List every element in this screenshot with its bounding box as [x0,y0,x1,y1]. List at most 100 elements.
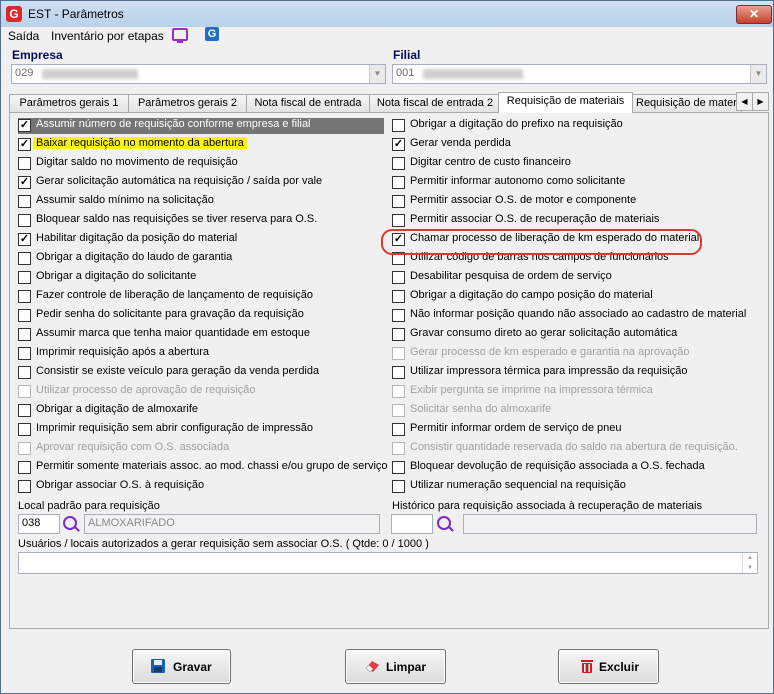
tab-parametros-gerais-2[interactable]: Parâmetros gerais 2 [128,94,247,112]
save-button[interactable]: Gravar [132,649,231,684]
checkbox-row[interactable]: Fazer controle de liberação de lançament… [18,289,384,305]
checkbox[interactable] [392,309,405,322]
app-logo-icon: G [6,6,22,22]
checkbox[interactable] [392,176,405,189]
checkbox[interactable] [18,252,31,265]
tab-parametros-gerais-1[interactable]: Parâmetros gerais 1 [9,94,129,112]
checkbox[interactable] [18,328,31,341]
menu-inventario[interactable]: Inventário por etapas [51,29,164,43]
checkmark-icon[interactable]: ✓ [18,138,31,151]
historico-code-input[interactable] [391,514,433,534]
checkbox-row[interactable]: Permitir informar ordem de serviço de pn… [392,422,762,438]
checkbox-row[interactable]: Permitir associar O.S. de recuperação de… [392,213,762,229]
checkbox[interactable] [392,366,405,379]
tab-requisicao-materiais[interactable]: Requisição de materiais [498,92,633,113]
checkbox-label: Obrigar associar O.S. à requisição [36,479,205,491]
checkbox[interactable] [18,423,31,436]
checkbox-row[interactable]: Permitir informar autonomo como solicita… [392,175,762,191]
checkbox-label: Obrigar a digitação do laudo de garantia [36,251,233,263]
checkmark-icon[interactable]: ✓ [18,119,31,132]
checkbox[interactable] [392,328,405,341]
checkbox-row[interactable]: Utilizar numeração sequencial na requisi… [392,479,762,495]
delete-button[interactable]: Excluir [558,649,659,684]
search-icon[interactable] [63,516,77,530]
checkbox-row[interactable]: Obrigar a digitação de almoxarife [18,403,384,419]
checkmark-icon[interactable]: ✓ [18,176,31,189]
checkbox-label: Permitir informar ordem de serviço de pn… [410,422,622,434]
brand-g-icon[interactable]: G [205,27,219,41]
checkbox-row[interactable]: ✓ Baixar requisição no momento da abertur… [18,137,384,153]
checkbox-row[interactable]: Imprimir requisição sem abrir configuraç… [18,422,384,438]
checkbox[interactable] [18,214,31,227]
monitor-icon[interactable] [172,28,188,43]
checkmark-icon[interactable]: ✓ [18,233,31,246]
title-bar[interactable]: G EST - Parâmetros ✕ [1,1,773,27]
search-icon[interactable] [437,516,451,530]
usuarios-textarea[interactable]: ▲ ▼ [18,552,758,574]
checkbox-row[interactable]: Pedir senha do solicitante para gravação… [18,308,384,324]
checkbox[interactable] [392,195,405,208]
checkbox-row[interactable]: ✓ Gerar venda perdida [392,137,762,153]
checkbox[interactable] [18,290,31,303]
checkbox-label: Assumir saldo mínimo na solicitação [36,194,214,206]
checkbox[interactable] [392,290,405,303]
checkbox[interactable] [18,347,31,360]
checkbox[interactable] [392,214,405,227]
menu-saida[interactable]: Saída [8,29,39,43]
checkmark-icon[interactable]: ✓ [392,138,405,151]
checkbox-row[interactable]: Permitir associar O.S. de motor e compon… [392,194,762,210]
checkbox-row[interactable]: Consistir se existe veículo para geração… [18,365,384,381]
filial-redacted [423,69,523,79]
checkbox-row[interactable]: Não informar posição quando não associad… [392,308,762,324]
checkbox[interactable] [18,309,31,322]
checkbox-row[interactable]: Utilizar impressora térmica para impress… [392,365,762,381]
checkbox[interactable] [392,157,405,170]
checkbox[interactable] [18,461,31,474]
checkbox[interactable] [18,404,31,417]
tab-requisicao-materiais-2[interactable]: Requisição de materi [632,94,742,112]
checkbox-row[interactable]: Permitir somente materiais assoc. ao mod… [18,460,388,476]
checkbox-row[interactable]: Desabilitar pesquisa de ordem de serviço [392,270,762,286]
checkbox[interactable] [18,480,31,493]
tab-nota-fiscal-entrada[interactable]: Nota fiscal de entrada [246,94,370,112]
chevron-down-icon[interactable]: ▼ [750,65,766,83]
checkbox[interactable] [392,480,405,493]
checkbox-row[interactable]: Imprimir requisição após a abertura [18,346,384,362]
checkbox[interactable] [392,119,405,132]
checkbox-row[interactable]: Obrigar a digitação do laudo de garantia [18,251,384,267]
scrollbar[interactable]: ▲ ▼ [742,553,757,573]
checkbox-row[interactable]: Digitar centro de custo financeiro [392,156,762,172]
clear-button[interactable]: Limpar [345,649,446,684]
empresa-select[interactable]: 029 ▼ [11,64,386,84]
checkbox[interactable] [18,157,31,170]
tab-scroll-right-icon[interactable]: ▶ [752,92,769,111]
checkbox-row[interactable]: ✓ Gerar solicitação automática na requisi… [18,175,384,191]
checkbox-label: Utilizar processo de aprovação de requis… [36,384,256,396]
checkbox-row[interactable]: Obrigar a digitação do solicitante [18,270,384,286]
checkbox-row[interactable]: Bloquear saldo nas requisições se tiver … [18,213,384,229]
checkbox-row[interactable]: Gravar consumo direto ao gerar solicitaç… [392,327,762,343]
empresa-value: 029 [15,67,34,79]
chevron-down-icon[interactable]: ▼ [369,65,385,83]
checkbox-row[interactable]: Digitar saldo no movimento de requisição [18,156,384,172]
checkbox-row: Solicitar senha do almoxarife [392,403,762,419]
checkbox[interactable] [18,195,31,208]
checkbox[interactable] [18,271,31,284]
checkbox-row[interactable]: Obrigar a digitação do campo posição do … [392,289,762,305]
checkbox[interactable] [392,271,405,284]
checkbox[interactable] [392,423,405,436]
checkbox[interactable] [18,366,31,379]
checkbox-row[interactable]: Assumir saldo mínimo na solicitação [18,194,384,210]
filial-select[interactable]: 001 ▼ [392,64,767,84]
checkbox-row[interactable]: Bloquear devolução de requisição associa… [392,460,762,476]
tab-scroll-left-icon[interactable]: ◀ [736,92,753,111]
checkbox-row[interactable]: ✓ Assumir número de requisição conforme e… [18,118,384,134]
checkbox-row[interactable]: Assumir marca que tenha maior quantidade… [18,327,384,343]
checkbox[interactable] [392,461,405,474]
close-button[interactable]: ✕ [736,5,772,24]
local-padrao-code-input[interactable]: 038 [18,514,60,534]
checkbox-row[interactable]: Obrigar a digitação do prefixo na requis… [392,118,762,134]
checkbox-row[interactable]: ✓ Habilitar digitação da posição do mater… [18,232,384,248]
checkbox-row[interactable]: Obrigar associar O.S. à requisição [18,479,384,495]
tab-nota-fiscal-entrada-2[interactable]: Nota fiscal de entrada 2 [369,94,501,112]
